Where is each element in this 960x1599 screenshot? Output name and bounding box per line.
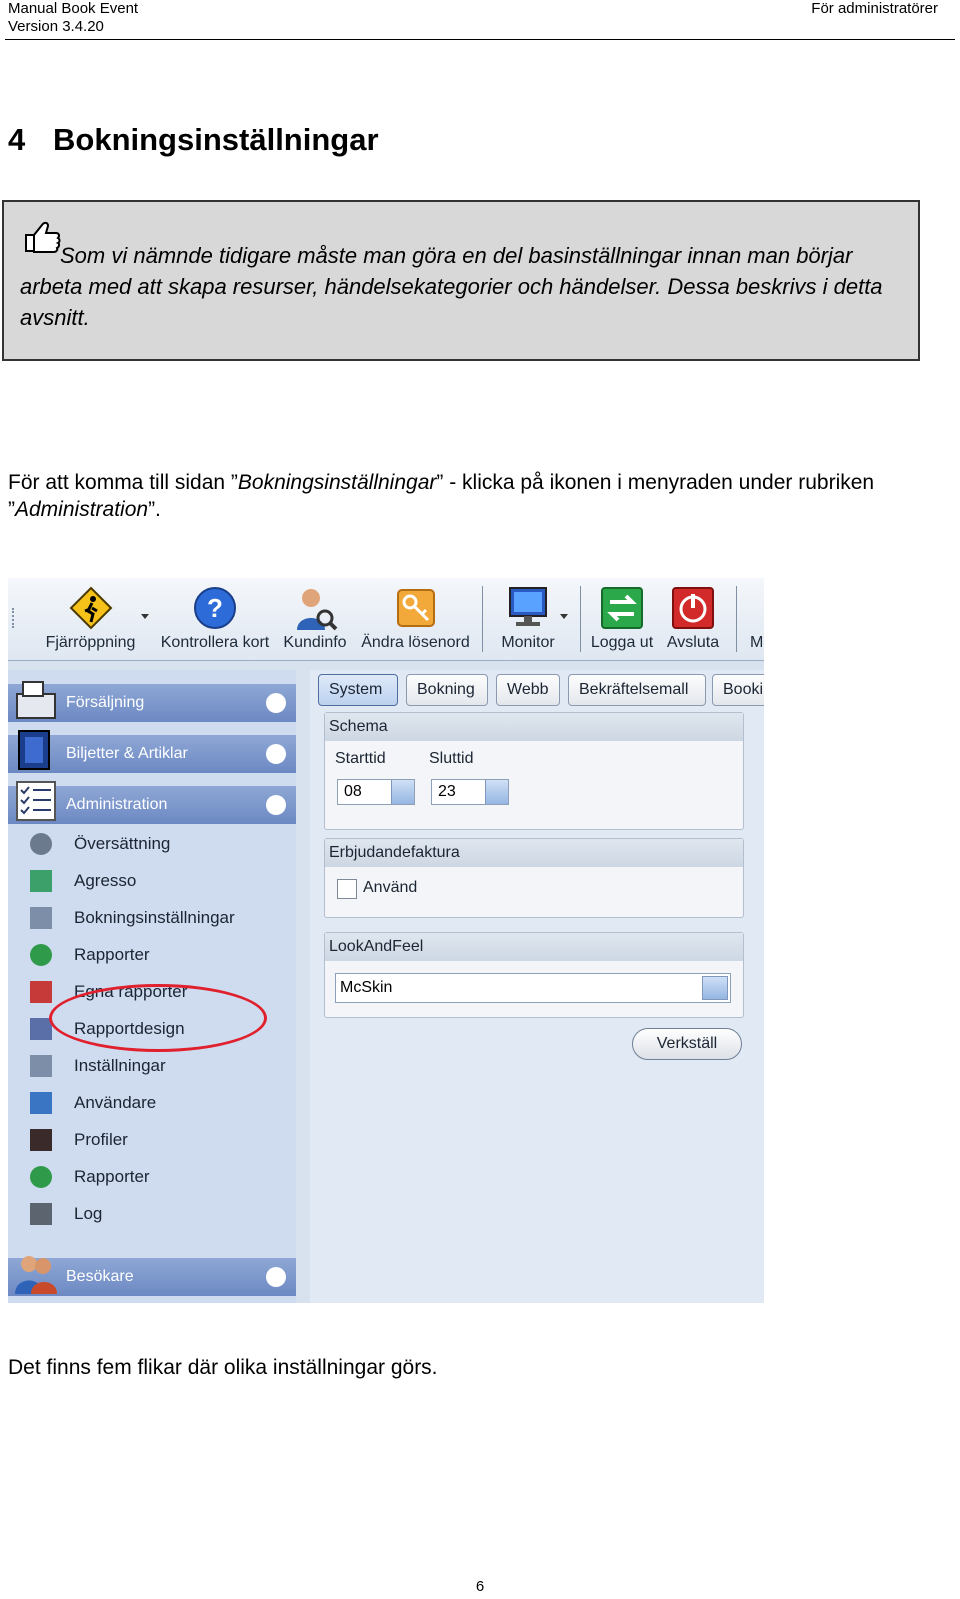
- collapse-arrow-icon[interactable]: [266, 1267, 286, 1287]
- spinner-arrows-icon[interactable]: [391, 780, 414, 804]
- lookandfeel-select[interactable]: McSkin: [335, 973, 731, 1003]
- settings-tools-icon: [30, 1055, 52, 1077]
- sidebar-item-installningar[interactable]: Inställningar: [26, 1052, 286, 1082]
- chevron-down-icon[interactable]: [702, 976, 728, 1000]
- tab-webb[interactable]: Webb: [496, 674, 560, 706]
- schema-group: Schema Starttid Sluttid 08 23: [324, 712, 744, 830]
- toolbar-kontrollera-kort[interactable]: ? Kontrollera kort: [156, 578, 274, 660]
- starttid-spinner[interactable]: 08: [337, 779, 415, 805]
- toolbar-separator: [580, 586, 581, 652]
- intro-link-administration: Administration: [15, 498, 149, 521]
- app-screenshot: Fjärröppning ? Kontrollera kort Kundinfo: [8, 578, 764, 1303]
- outro-paragraph: Det finns fem flikar där olika inställni…: [8, 1356, 438, 1379]
- sidebar-item-rapporter[interactable]: Rapporter: [26, 941, 286, 971]
- sidebar-item-profiler[interactable]: Profiler: [26, 1126, 286, 1156]
- lookandfeel-title: LookAndFeel: [325, 933, 743, 961]
- expand-arrow-icon[interactable]: [266, 795, 286, 815]
- erbjudandefaktura-title: Erbjudandefaktura: [325, 839, 743, 867]
- key-icon: [396, 589, 435, 627]
- anvand-checkbox[interactable]: [337, 879, 357, 899]
- spinner-arrows-icon[interactable]: [485, 780, 508, 804]
- collapse-arrow-icon[interactable]: [266, 744, 286, 764]
- tab-bokning[interactable]: Bokning: [406, 674, 488, 706]
- highlight-circle: [49, 984, 267, 1052]
- schema-title: Schema: [325, 713, 743, 741]
- toolbar-monitor[interactable]: Monitor: [493, 578, 563, 660]
- checklist-icon: [16, 781, 56, 821]
- section-heading: 4 Bokningsinställningar: [8, 122, 379, 158]
- printer-log-icon: [30, 1203, 52, 1225]
- category-forsaljning[interactable]: Försäljning: [8, 681, 296, 722]
- doc-version: Version 3.4.20: [8, 18, 104, 35]
- doc-audience: För administratörer: [811, 0, 938, 17]
- app-toolbar: Fjärröppning ? Kontrollera kort Kundinfo: [8, 578, 764, 661]
- tickets-icon: [18, 730, 50, 770]
- toolbar-separator: [482, 586, 483, 652]
- note-text: Som vi nämnde tidigare måste man göra en…: [20, 243, 883, 330]
- calendar-report-icon: [30, 981, 52, 1003]
- intro-link-bokningsinstallningar: Bokningsinställningar: [237, 471, 437, 494]
- category-administration[interactable]: Administration: [8, 781, 296, 824]
- toolbar-separator: [736, 586, 737, 652]
- warning-pedestrian-icon: [69, 586, 112, 630]
- starttid-label: Starttid: [335, 750, 386, 767]
- pin-icon: [30, 1166, 52, 1188]
- lookandfeel-group: LookAndFeel McSkin: [324, 932, 744, 1018]
- toolbar-kundinfo[interactable]: Kundinfo: [280, 578, 350, 660]
- agresso-icon: [30, 870, 52, 892]
- category-besokare[interactable]: Besökare: [8, 1256, 296, 1296]
- profile-icon: [30, 1129, 52, 1151]
- collapse-arrow-icon[interactable]: [266, 693, 286, 713]
- tab-system[interactable]: System: [318, 674, 398, 706]
- sidebar-item-agresso[interactable]: Agresso: [26, 867, 286, 897]
- logout-arrows-icon: [601, 587, 643, 629]
- toolbar-grip[interactable]: [12, 608, 17, 628]
- section-number: 4: [8, 122, 26, 157]
- tools-icon: [30, 907, 52, 929]
- svg-text:?: ?: [207, 593, 223, 623]
- settings-panel: System Bokning Webb Bekräftelsemall Book…: [310, 670, 764, 1303]
- monitor-icon: [509, 587, 547, 626]
- toolbar-more[interactable]: M: [750, 578, 764, 660]
- fjarroppning-dropdown-icon[interactable]: [141, 614, 149, 619]
- sluttid-label: Sluttid: [429, 750, 474, 767]
- toolbar-fjarroppning[interactable]: Fjärröppning: [38, 578, 143, 660]
- help-question-icon: ?: [194, 587, 236, 629]
- section-title: Bokningsinställningar: [53, 122, 379, 157]
- sidebar-item-log[interactable]: Log: [26, 1200, 286, 1230]
- visitors-icon: [15, 1256, 57, 1294]
- cash-register-icon: [16, 681, 56, 719]
- doc-title: Manual Book Event: [8, 0, 139, 17]
- toolbar-avsluta[interactable]: Avsluta: [658, 578, 728, 660]
- sidebar-item-oversattning[interactable]: Översättning: [26, 830, 286, 860]
- note-box: Som vi nämnde tidigare måste man göra en…: [2, 200, 920, 361]
- sidebar-item-rapporter-2[interactable]: Rapporter: [26, 1163, 286, 1193]
- sluttid-spinner[interactable]: 23: [431, 779, 509, 805]
- anvand-label: Använd: [363, 879, 418, 896]
- power-icon: [672, 587, 714, 629]
- verkstall-button[interactable]: Verkställ: [632, 1028, 742, 1060]
- sidebar-item-bokningsinstallningar[interactable]: Bokningsinställningar: [26, 904, 286, 934]
- pin-icon: [30, 944, 52, 966]
- user-search-icon: [297, 589, 338, 631]
- header-rule: [5, 39, 955, 40]
- toolbar-andra-losenord[interactable]: Ändra lösenord: [353, 578, 478, 660]
- toolbar-logga-ut[interactable]: Logga ut: [586, 578, 658, 660]
- translate-icon: [30, 833, 52, 855]
- intro-paragraph: För att komma till sidan ”Bokningsinstäl…: [8, 471, 875, 521]
- user-card-icon: [30, 1092, 52, 1114]
- sidebar-item-anvandare[interactable]: Användare: [26, 1089, 286, 1119]
- erbjudandefaktura-group: Erbjudandefaktura Använd: [324, 838, 744, 918]
- app-sidebar: Försäljning Biljetter & Artiklar Adminis…: [8, 670, 296, 1303]
- tab-booki[interactable]: Booki: [712, 674, 764, 706]
- page-number: 6: [475, 1578, 485, 1595]
- monitor-dropdown-icon[interactable]: [560, 614, 568, 619]
- tab-bekraftelsemall[interactable]: Bekräftelsemall: [568, 674, 706, 706]
- category-biljetter-artiklar[interactable]: Biljetter & Artiklar: [8, 730, 296, 773]
